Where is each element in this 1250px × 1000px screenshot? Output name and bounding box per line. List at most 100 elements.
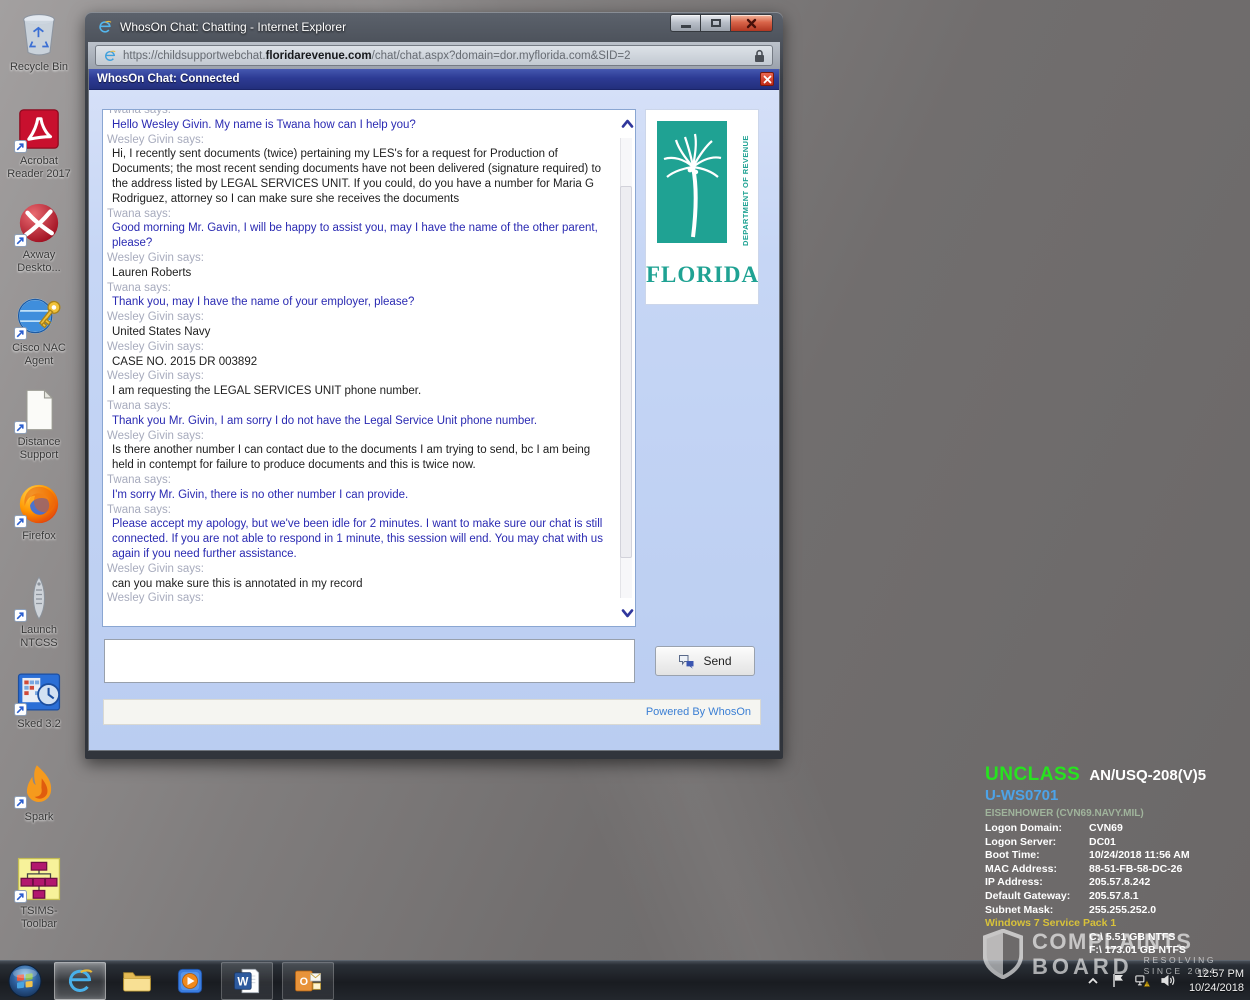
system-id: AN/USQ-208(V)5 bbox=[1089, 767, 1206, 784]
word-icon: W bbox=[232, 966, 262, 996]
bginfo-rows: Logon Domain:CVN69Logon Server:DC01Boot … bbox=[985, 822, 1247, 917]
scroll-down-button[interactable] bbox=[620, 605, 634, 621]
desktop-icon-ntcss[interactable]: Launch NTCSS bbox=[0, 575, 78, 650]
florida-dor-logo: DEPARTMENT OF REVENUE FLORIDA bbox=[645, 109, 759, 305]
network-status-button[interactable] bbox=[1135, 973, 1151, 989]
whoson-status: WhosOn Chat: Connected bbox=[97, 73, 239, 85]
desktop-icon-axway[interactable]: Axway Deskto... bbox=[0, 200, 78, 275]
chat-message: Twana says:Thank you, may I have the nam… bbox=[107, 281, 609, 311]
taskbar-windows-explorer[interactable] bbox=[115, 962, 159, 1000]
desktop-icon-label: TSIMS- Toolbar bbox=[20, 905, 57, 931]
send-button[interactable]: Send bbox=[655, 646, 755, 676]
sked-icon bbox=[16, 669, 62, 715]
logo-brand-text: FLORIDA bbox=[646, 262, 758, 288]
desktop-icon-cisco-nac[interactable]: Cisco NAC Agent bbox=[0, 293, 78, 368]
axway-icon bbox=[16, 200, 62, 246]
svg-text:W: W bbox=[237, 975, 248, 988]
window-titlebar[interactable]: WhosOn Chat: Chatting - Internet Explore… bbox=[88, 12, 780, 42]
bginfo-label: IP Address: bbox=[985, 876, 1089, 890]
message-sender-label: Wesley Givin says: bbox=[107, 251, 609, 266]
message-text: I am requesting the LEGAL SERVICES UNIT … bbox=[107, 384, 609, 399]
up-arrow-icon bbox=[1087, 976, 1099, 986]
message-input[interactable] bbox=[104, 639, 635, 683]
footer-bar: Powered By WhosOn bbox=[103, 699, 761, 725]
bginfo-panel: UNCLASS AN/USQ-208(V)5 U-WS0701 EISENHOW… bbox=[985, 764, 1247, 957]
message-text: CASE NO. 2015 DR 003892 bbox=[107, 355, 609, 370]
message-sender-label: Twana says: bbox=[107, 109, 609, 118]
minimize-button[interactable] bbox=[670, 14, 700, 32]
message-sender-label: Wesley Givin says: bbox=[107, 591, 609, 606]
minimize-icon bbox=[681, 25, 691, 28]
bginfo-label: Logon Server: bbox=[985, 836, 1089, 850]
bginfo-value: CVN69 bbox=[1089, 822, 1123, 836]
chat-message: Wesley Givin says:I am requesting the LE… bbox=[107, 369, 609, 399]
whoson-close-button[interactable] bbox=[760, 72, 774, 86]
chat-bubble-icon bbox=[678, 654, 695, 669]
window-title: WhosOn Chat: Chatting - Internet Explore… bbox=[120, 20, 346, 34]
disk-f-info: F:\ 173.01 GB NTFS bbox=[1089, 944, 1247, 957]
desktop-icon-tsims[interactable]: TSIMS- Toolbar bbox=[0, 856, 78, 931]
maximize-button[interactable] bbox=[700, 14, 730, 32]
chat-message: Wesley Givin says:Is there another numbe… bbox=[107, 429, 609, 473]
message-text: can you make sure this is annotated in m… bbox=[107, 577, 609, 592]
bginfo-label: Boot Time: bbox=[985, 849, 1089, 863]
desktop-icon-firefox[interactable]: Firefox bbox=[0, 481, 78, 543]
tsims-icon bbox=[16, 856, 62, 902]
scrollbar-thumb[interactable] bbox=[620, 186, 632, 558]
show-hidden-icons-button[interactable] bbox=[1085, 973, 1101, 989]
desktop-icon-distance-support[interactable]: Distance Support bbox=[0, 387, 78, 462]
chat-transcript[interactable]: Twana says:Hello Wesley Givin. My name i… bbox=[102, 109, 636, 627]
ssl-lock-icon bbox=[754, 49, 765, 63]
message-text: Lauren Roberts bbox=[107, 266, 609, 281]
message-text: Thank you, may I have the name of your e… bbox=[107, 295, 609, 310]
flag-icon bbox=[1111, 973, 1125, 988]
url-field[interactable]: https://childsupportwebchat.floridareven… bbox=[95, 45, 773, 66]
workstation-id: U-WS0701 bbox=[985, 787, 1247, 804]
host-name: EISENHOWER (CVN69.NAVY.MIL) bbox=[985, 808, 1247, 819]
taskbar-outlook[interactable]: O bbox=[282, 962, 334, 1000]
wmp-icon bbox=[175, 966, 205, 996]
bginfo-row: Logon Domain:CVN69 bbox=[985, 822, 1247, 836]
taskbar-media-player[interactable] bbox=[168, 962, 212, 1000]
ie-icon bbox=[103, 49, 117, 63]
bginfo-label: MAC Address: bbox=[985, 863, 1089, 877]
bginfo-label: Default Gateway: bbox=[985, 890, 1089, 904]
volume-button[interactable] bbox=[1160, 973, 1176, 989]
desktop-icon-sked[interactable]: Sked 3.2 bbox=[0, 669, 78, 731]
taskbar-internet-explorer[interactable] bbox=[54, 962, 106, 1000]
scrollbar-track[interactable] bbox=[620, 138, 632, 598]
clock-time: 12:57 PM bbox=[1189, 967, 1244, 981]
chevron-down-icon bbox=[621, 609, 634, 618]
message-sender-label: Wesley Givin says: bbox=[107, 340, 609, 355]
desktop-icon-spark[interactable]: Spark bbox=[0, 762, 78, 824]
ie-window: WhosOn Chat: Chatting - Internet Explore… bbox=[85, 12, 783, 759]
desktop-icon-recycle-bin[interactable]: Recycle Bin bbox=[0, 12, 78, 74]
network-warning-icon bbox=[1135, 973, 1151, 989]
bginfo-value: 255.255.252.0 bbox=[1089, 904, 1156, 918]
scroll-up-button[interactable] bbox=[620, 115, 634, 131]
powered-by-link[interactable]: Powered By WhosOn bbox=[646, 706, 751, 718]
firefox-icon bbox=[16, 481, 62, 527]
close-icon bbox=[763, 75, 772, 84]
outlook-icon: O bbox=[293, 966, 323, 996]
message-text: Thank you Mr. Givin, I am sorry I do not… bbox=[107, 414, 609, 429]
disk-c-info: C:\ 5.51 GB NTFS bbox=[1089, 931, 1247, 944]
url-text: https://childsupportwebchat.floridareven… bbox=[123, 50, 631, 62]
close-icon bbox=[746, 18, 757, 29]
start-button[interactable] bbox=[5, 962, 45, 1000]
chat-log: Twana says:Hello Wesley Givin. My name i… bbox=[103, 109, 615, 606]
cisco-nac-icon bbox=[16, 293, 62, 339]
chat-message: Wesley Givin says: bbox=[107, 591, 609, 606]
taskbar-word[interactable]: W bbox=[221, 962, 273, 1000]
close-button[interactable] bbox=[730, 14, 773, 32]
action-center-button[interactable] bbox=[1110, 973, 1126, 989]
bginfo-label: Logon Domain: bbox=[985, 822, 1089, 836]
ntcss-icon bbox=[16, 575, 62, 621]
chat-message: Twana says:Hello Wesley Givin. My name i… bbox=[107, 109, 609, 133]
taskbar-clock[interactable]: 12:57 PM 10/24/2018 bbox=[1185, 967, 1244, 995]
palm-tree-icon bbox=[657, 121, 727, 243]
spark-icon bbox=[16, 762, 62, 808]
transcript-scrollbar[interactable] bbox=[618, 110, 635, 626]
whoson-header: WhosOn Chat: Connected bbox=[89, 69, 779, 90]
desktop-icon-acrobat[interactable]: Acrobat Reader 2017 bbox=[0, 106, 78, 181]
